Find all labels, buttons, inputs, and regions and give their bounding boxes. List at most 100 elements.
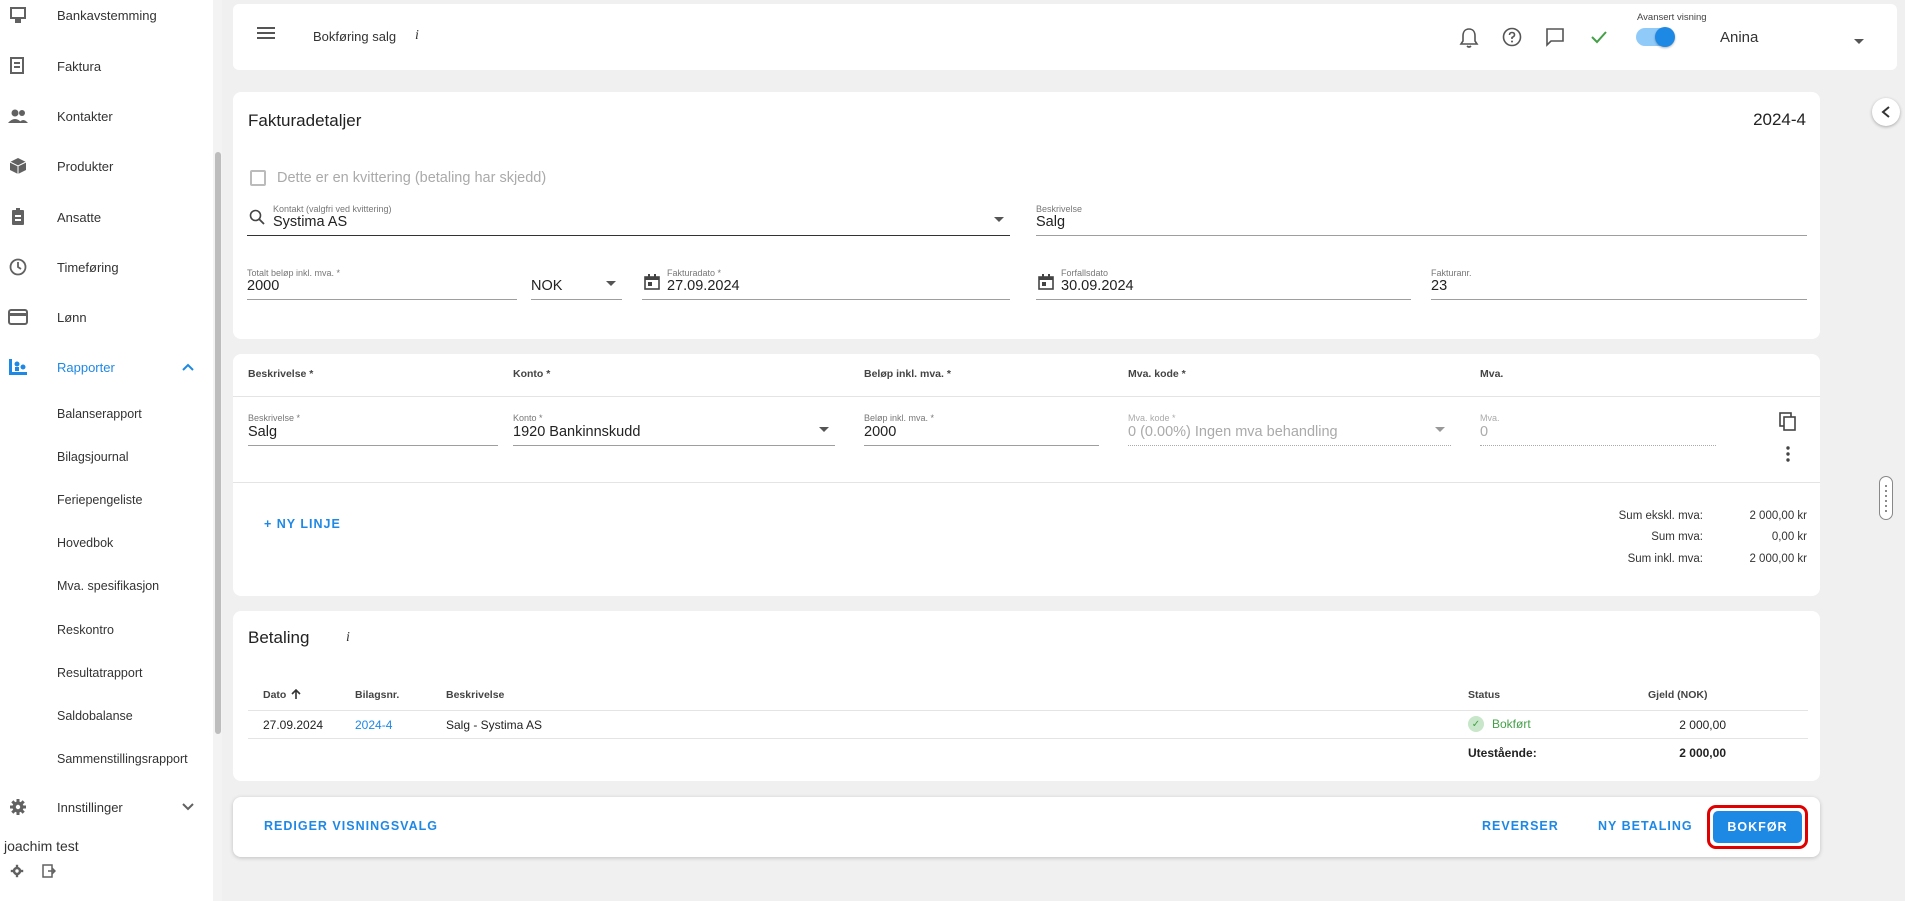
column-header-date[interactable]: Dato <box>263 688 301 703</box>
info-icon[interactable]: i <box>346 630 350 646</box>
sidebar-item-rapporter[interactable]: Rapporter <box>0 347 213 387</box>
more-vert-icon[interactable] <box>1786 446 1790 465</box>
sidebar-scrollbar-thumb[interactable] <box>215 152 221 734</box>
column-header-account: Konto * <box>513 368 551 380</box>
invoice-lines-card: Beskrivelse * Konto * Beløp inkl. mva. *… <box>233 354 1820 596</box>
bell-icon[interactable] <box>1459 27 1481 49</box>
currency-select[interactable]: NOK <box>531 268 622 300</box>
sidebar-item-faktura[interactable]: Faktura <box>0 46 213 86</box>
caret-down-icon <box>606 274 616 290</box>
divider <box>248 710 1808 711</box>
edit-view-options-button[interactable]: REDIGER VISNINGSVALG <box>264 819 438 833</box>
line-description-field[interactable]: Beskrivelse * Salg <box>248 413 498 446</box>
current-user-name: joachim test <box>4 838 79 854</box>
sidebar-item-timeforing[interactable]: Timeføring <box>0 247 213 287</box>
sum-excl-vat-label: Sum ekskl. mva: <box>1618 510 1703 522</box>
sidebar-item-label: Lønn <box>57 309 87 325</box>
sidebar-item-label: Kontakter <box>57 108 113 124</box>
sidebar-item-bankavstemming[interactable]: Bankavstemming <box>0 0 213 35</box>
info-icon[interactable]: i <box>415 28 419 44</box>
sidebar-item-lonn[interactable]: Lønn <box>0 297 213 337</box>
line-vat-code-value: 0 (0.00%) Ingen mva behandling <box>1128 424 1338 440</box>
column-header-date-label: Dato <box>263 689 287 701</box>
column-header-status[interactable]: Status <box>1468 689 1500 701</box>
sidebar-item-label: Produkter <box>57 158 114 174</box>
sidebar-subitem-balanserapport[interactable]: Balanserapport <box>57 407 142 421</box>
invoice-date-value: 27.09.2024 <box>667 278 740 294</box>
line-vat-value: 0 <box>1480 424 1489 440</box>
chat-icon[interactable] <box>1545 27 1567 49</box>
outstanding-label: Utestående: <box>1468 746 1537 760</box>
payment-debt: 2 000,00 <box>1679 718 1726 732</box>
chevron-down-icon <box>181 799 195 815</box>
card-icon <box>8 307 28 327</box>
column-header-vat-code: Mva. kode * <box>1128 368 1186 380</box>
caret-down-icon <box>994 210 1004 226</box>
invoice-date-field[interactable]: Fakturadato * 27.09.2024 <box>642 268 1010 300</box>
description-value: Salg <box>1036 214 1066 230</box>
sidebar-subitem-bilagsjournal[interactable]: Bilagsjournal <box>57 450 129 464</box>
toggle-knob <box>1655 27 1675 47</box>
due-date-field[interactable]: Forfallsdato 30.09.2024 <box>1036 268 1411 300</box>
user-select[interactable]: Anina <box>1720 29 1758 46</box>
sidebar-subitem-saldobalanse[interactable]: Saldobalanse <box>57 709 133 723</box>
sidebar-subitem-sammenstillingsrapport[interactable]: Sammenstillingsrapport <box>57 752 188 766</box>
sidebar-subitem-feriepengeliste[interactable]: Feriepengeliste <box>57 493 142 507</box>
receipt-checkbox[interactable] <box>250 170 266 186</box>
reverse-button[interactable]: REVERSER <box>1482 819 1559 833</box>
caret-down-icon <box>1435 420 1445 436</box>
advanced-view-label: Avansert visning <box>1637 12 1707 23</box>
calendar-icon[interactable] <box>644 274 660 293</box>
total-amount-field[interactable]: Totalt beløp inkl. mva. * 2000 <box>247 268 517 300</box>
sidebar-item-innstillinger[interactable]: Innstillinger <box>0 787 213 827</box>
menu-icon[interactable] <box>257 26 275 43</box>
line-amount-field[interactable]: Beløp inkl. mva. * 2000 <box>864 413 1099 446</box>
sidebar-subitem-hovedbok[interactable]: Hovedbok <box>57 536 113 550</box>
check-circle-icon: ✓ <box>1468 716 1484 732</box>
line-account-select[interactable]: Konto * 1920 Bankinnskudd <box>513 413 835 446</box>
receipt-checkbox-label: Dette er en kvittering (betaling har skj… <box>277 170 547 186</box>
calendar-icon[interactable] <box>1038 274 1054 293</box>
collapse-panel-button[interactable] <box>1872 98 1900 126</box>
invoice-details-title: Fakturadetaljer <box>248 111 362 130</box>
voucher-link[interactable]: 2024-4 <box>355 718 392 732</box>
column-header-amount: Beløp inkl. mva. * <box>864 368 951 380</box>
box-icon <box>8 156 28 176</box>
line-description-value: Salg <box>248 424 278 440</box>
sum-incl-vat-value: 2 000,00 kr <box>1749 553 1807 565</box>
new-line-button[interactable]: + NY LINJE <box>264 517 341 531</box>
sidebar-item-kontakter[interactable]: Kontakter <box>0 96 213 136</box>
action-bar: REDIGER VISNINGSVALG REVERSER NY BETALIN… <box>233 797 1820 857</box>
column-header-payment-description[interactable]: Beskrivelse <box>446 689 504 701</box>
clock-icon <box>8 257 28 277</box>
column-header-debt[interactable]: Gjeld (NOK) <box>1648 689 1708 701</box>
invoice-details-card: Fakturadetaljer 2024-4 Dette er en kvitt… <box>233 92 1820 339</box>
caret-down-icon[interactable] <box>1854 32 1864 48</box>
column-header-voucher[interactable]: Bilagsnr. <box>355 689 399 701</box>
user-settings-icon[interactable] <box>10 864 26 880</box>
post-button[interactable]: BOKFØR <box>1713 811 1802 843</box>
invoice-number-field[interactable]: Fakturanr. 23 <box>1431 268 1807 300</box>
description-field[interactable]: Beskrivelse Salg <box>1036 204 1807 236</box>
chevron-left-icon <box>1881 106 1890 118</box>
sidebar-subitem-resultatrapport[interactable]: Resultatrapport <box>57 666 142 680</box>
sidebar-item-label: Timeføring <box>57 259 119 275</box>
sidebar-item-ansatte[interactable]: Ansatte <box>0 197 213 237</box>
check-icon[interactable] <box>1589 27 1611 49</box>
sidebar-subitem-reskontro[interactable]: Reskontro <box>57 623 114 637</box>
contact-field[interactable]: Kontakt (valgfri ved kvittering) Systima… <box>247 204 1010 236</box>
reports-icon <box>8 357 28 377</box>
sidebar-item-produkter[interactable]: Produkter <box>0 146 213 186</box>
new-payment-button[interactable]: NY BETALING <box>1598 819 1693 833</box>
copy-icon[interactable] <box>1779 412 1797 435</box>
logout-icon[interactable] <box>42 864 58 880</box>
outstanding-value: 2 000,00 <box>1679 746 1726 760</box>
sidebar-subitem-mva-spesifikasjon[interactable]: Mva. spesifikasjon <box>57 579 159 593</box>
top-bar: Bokføring salg i Avansert visning Anina <box>233 4 1897 70</box>
help-icon[interactable] <box>1502 27 1524 49</box>
page-title: Bokføring salg <box>313 29 397 44</box>
sum-excl-vat-value: 2 000,00 kr <box>1749 510 1807 522</box>
advanced-view-toggle[interactable] <box>1636 27 1675 47</box>
line-vat-code-select: Mva. kode * 0 (0.00%) Ingen mva behandli… <box>1128 413 1451 446</box>
drag-handle[interactable] <box>1879 476 1893 520</box>
